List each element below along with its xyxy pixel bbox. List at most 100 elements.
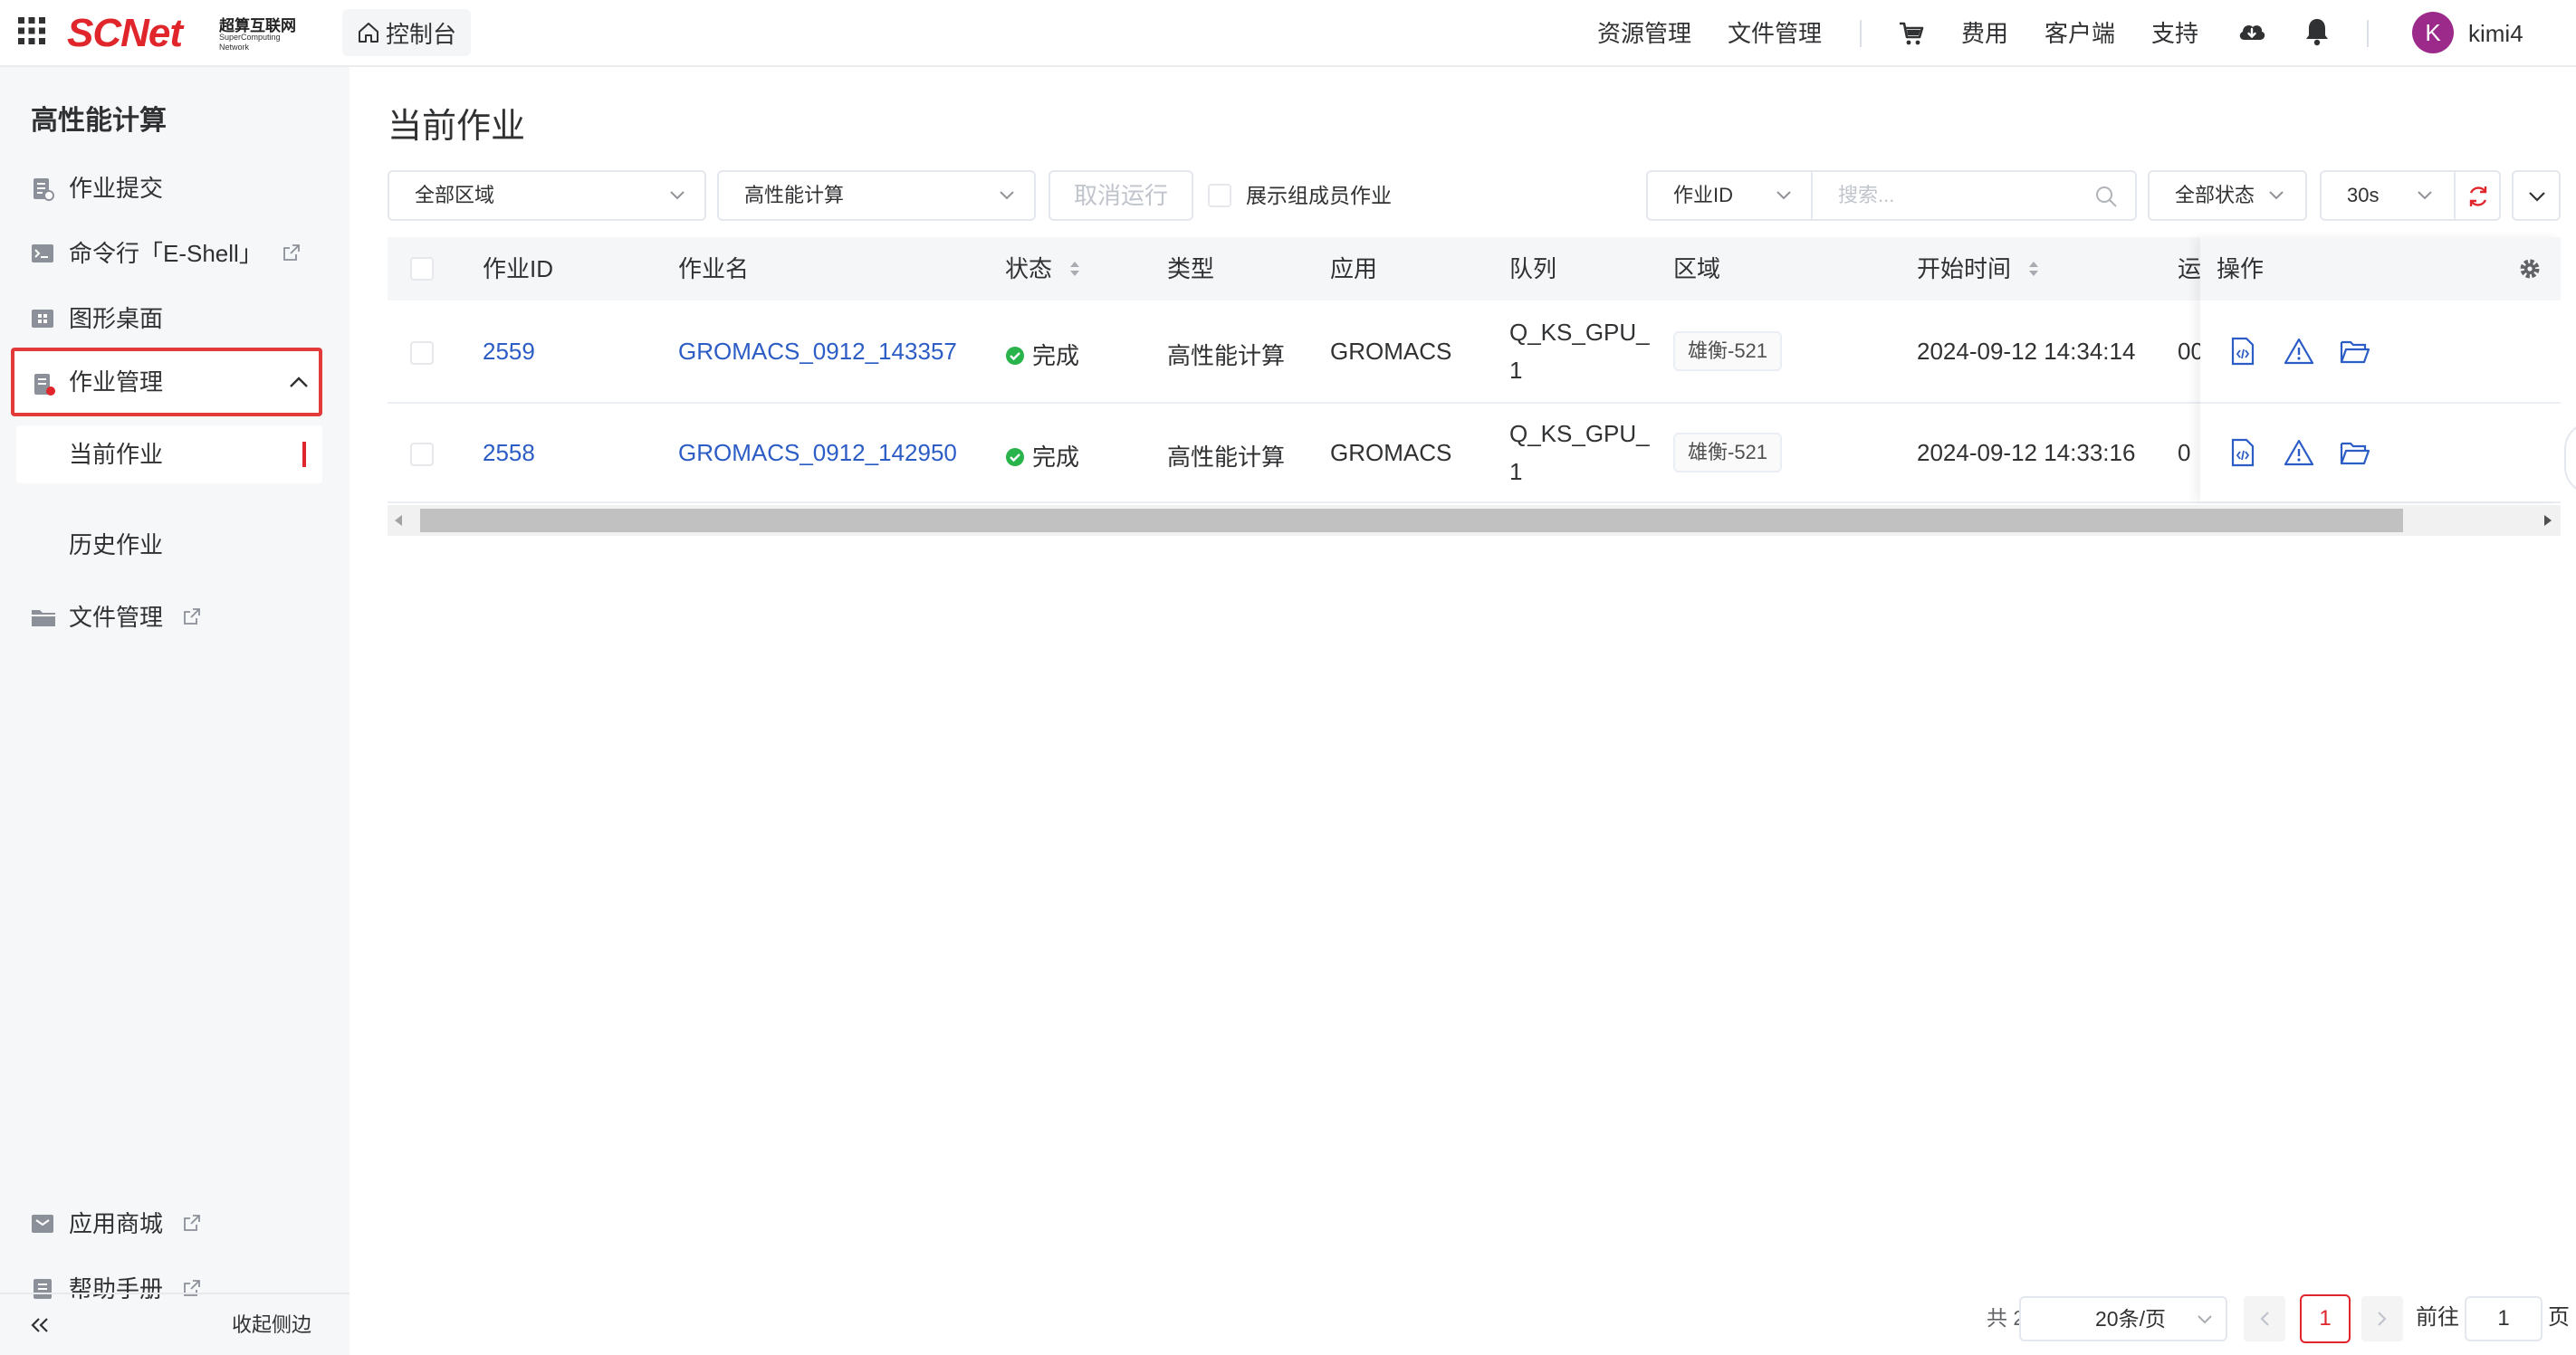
refresh-interval-value: 30s <box>2347 184 2380 206</box>
goto-page-input[interactable]: 1 <box>2465 1296 2542 1341</box>
bell-icon[interactable] <box>2303 16 2331 47</box>
column-header-status[interactable]: 状态 <box>1005 237 1082 301</box>
page-size-value: 20条/页 <box>2095 1307 2166 1331</box>
page-number-current[interactable]: 1 <box>2300 1294 2351 1343</box>
document-icon <box>31 177 54 201</box>
collapse-label: 收起侧边 <box>232 1313 312 1336</box>
row-divider <box>388 501 2561 503</box>
sidebar-item-file-management[interactable]: 文件管理 <box>0 585 350 650</box>
page-number-label: 1 <box>2319 1306 2332 1331</box>
search-input[interactable]: 搜索... <box>1811 170 2137 221</box>
sidebar-item-desktop[interactable]: 图形桌面 <box>0 286 350 351</box>
show-members-checkbox[interactable] <box>1208 184 1231 207</box>
cancel-run-label: 取消运行 <box>1073 182 1168 209</box>
chevron-up-icon <box>288 375 310 389</box>
row-checkbox[interactable] <box>410 443 434 466</box>
home-icon <box>359 23 378 43</box>
cancel-run-button[interactable]: 取消运行 <box>1049 170 1193 221</box>
next-page-button[interactable] <box>2361 1296 2403 1341</box>
sidebar-item-label: 文件管理 <box>69 604 164 631</box>
goto-label: 前往 <box>2416 1305 2459 1330</box>
column-header-app[interactable]: 应用 <box>1330 237 1377 301</box>
chevron-left-icon <box>2258 1311 2271 1327</box>
chevron-down-icon <box>2267 188 2285 201</box>
column-header-start-time[interactable]: 开始时间 <box>1917 237 2041 301</box>
column-header-runtime[interactable]: 运 <box>2178 237 2201 301</box>
sidebar-item-job-management[interactable]: 作业管理 <box>11 348 322 416</box>
sort-icon <box>1068 258 1082 280</box>
job-id-link[interactable]: 2558 <box>483 439 535 467</box>
refresh-button[interactable] <box>2454 170 2501 221</box>
scnet-logo[interactable]: SCNet 超算互联网 SuperComputing Network <box>67 9 302 58</box>
column-header-queue[interactable]: 队列 <box>1509 237 1556 301</box>
refresh-interval-select[interactable]: 30s <box>2320 170 2456 221</box>
sidebar-item-current-jobs[interactable]: 当前作业 <box>16 425 322 483</box>
status-select-value: 全部状态 <box>2175 184 2255 206</box>
sidebar-item-app-store[interactable]: 应用商城 <box>0 1191 350 1256</box>
warning-icon[interactable] <box>2284 337 2314 366</box>
region-select[interactable]: 全部区域 <box>388 170 706 221</box>
status-cell: 完成 <box>1005 338 1079 371</box>
collapse-sidebar-button[interactable]: 收起侧边 <box>0 1294 350 1355</box>
job-id-link[interactable]: 2559 <box>483 338 535 366</box>
sidebar-item-label: 应用商城 <box>69 1210 164 1237</box>
runtime-cell: 0 <box>2178 439 2191 466</box>
view-script-icon[interactable] <box>2229 337 2256 366</box>
sidebar-item-label: 作业提交 <box>69 175 164 202</box>
success-check-icon <box>1005 447 1025 467</box>
runtime-cell: 00 <box>2178 338 2203 365</box>
sidebar-item-label: 历史作业 <box>69 531 164 558</box>
cart-icon[interactable] <box>1898 20 1925 47</box>
chevron-down-icon <box>2416 188 2434 201</box>
sidebar-item-eshell[interactable]: 命令行「E-Shell」 <box>0 221 350 286</box>
view-script-icon[interactable] <box>2229 438 2256 467</box>
page-suffix: 页 <box>2548 1305 2570 1330</box>
sidebar-item-job-submit[interactable]: 作业提交 <box>0 156 350 221</box>
cloud-download-icon[interactable] <box>2236 16 2267 47</box>
scroll-right-arrow[interactable] <box>2542 514 2553 527</box>
type-cell: 高性能计算 <box>1167 444 1286 471</box>
horizontal-scrollbar[interactable] <box>388 505 2561 536</box>
nav-client[interactable]: 客户端 <box>2045 0 2115 67</box>
nav-fees[interactable]: 费用 <box>1961 0 2008 67</box>
nav-divider <box>1860 20 1862 47</box>
prev-page-button[interactable] <box>2244 1296 2285 1341</box>
type-select[interactable]: 高性能计算 <box>717 170 1036 221</box>
status-select[interactable]: 全部状态 <box>2148 170 2307 221</box>
nav-file-management[interactable]: 文件管理 <box>1728 0 1822 67</box>
console-button[interactable]: 控制台 <box>342 9 472 56</box>
job-management-icon <box>33 373 56 396</box>
column-header-region[interactable]: 区域 <box>1673 237 1720 301</box>
expand-filters-button[interactable] <box>2512 170 2561 221</box>
user-avatar[interactable]: K <box>2412 12 2454 53</box>
select-all-checkbox[interactable] <box>410 257 434 281</box>
job-name-link[interactable]: GROMACS_0912_143357 <box>678 338 957 366</box>
column-header-label: 状态 <box>1005 255 1053 282</box>
scrollbar-thumb[interactable] <box>420 509 2403 532</box>
search-field-select[interactable]: 作业ID <box>1646 170 1813 221</box>
gear-icon[interactable] <box>2517 256 2542 281</box>
column-header-job-id[interactable]: 作业ID <box>483 237 553 301</box>
column-header-type[interactable]: 类型 <box>1167 237 1214 301</box>
folder-open-icon[interactable] <box>2340 440 2370 465</box>
goto-page-value: 1 <box>2497 1306 2510 1331</box>
nav-resource-management[interactable]: 资源管理 <box>1597 0 1691 67</box>
column-header-job-name[interactable]: 作业名 <box>678 237 749 301</box>
page-size-select[interactable]: 20条/页 <box>2019 1296 2227 1341</box>
row-checkbox[interactable] <box>410 341 434 365</box>
folder-open-icon[interactable] <box>2340 339 2370 364</box>
logo-sub-en-1: SuperComputing <box>219 33 281 42</box>
app-store-icon <box>31 1213 54 1235</box>
sidebar-item-history-jobs[interactable]: 历史作业 <box>0 512 350 577</box>
nav-support[interactable]: 支持 <box>2151 0 2198 67</box>
job-name-link[interactable]: GROMACS_0912_142950 <box>678 439 957 467</box>
scroll-left-arrow[interactable] <box>393 514 404 527</box>
sidebar-title: 高性能计算 <box>31 106 167 136</box>
start-time-cell: 2024-09-12 14:34:14 <box>1917 338 2136 365</box>
apps-grid-icon[interactable] <box>16 15 47 46</box>
warning-icon[interactable] <box>2284 438 2314 467</box>
chevron-right-icon <box>2376 1311 2389 1327</box>
app-cell: GROMACS <box>1330 439 1452 466</box>
user-name[interactable]: kimi4 <box>2468 0 2523 67</box>
search-icon <box>2093 184 2119 209</box>
